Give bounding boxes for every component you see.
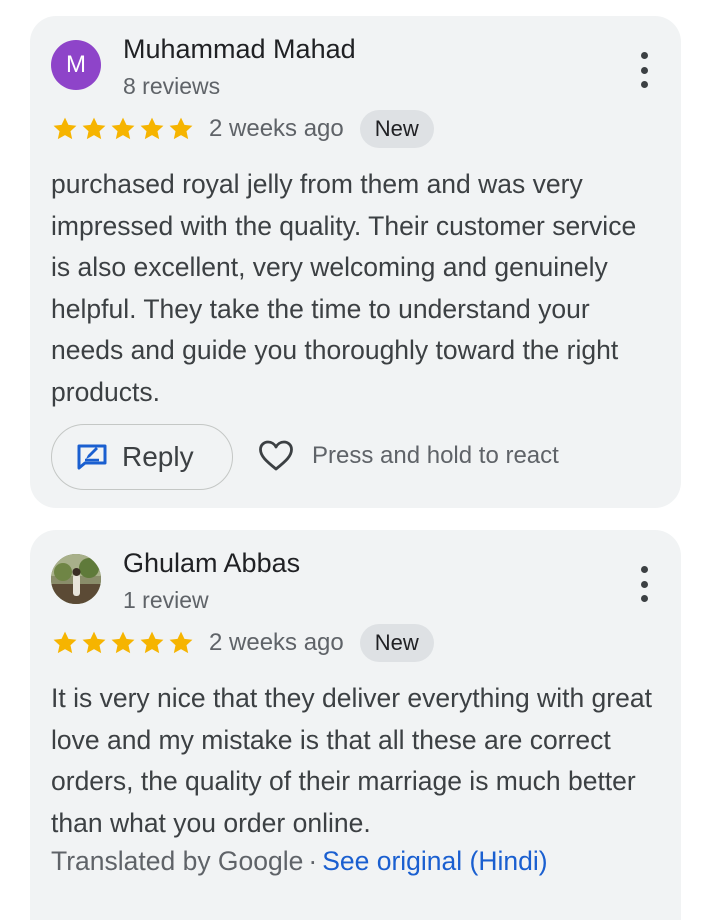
reply-label: Reply xyxy=(122,441,194,472)
star-rating xyxy=(51,629,195,657)
review-count: 1 review xyxy=(123,587,209,613)
star-icon xyxy=(82,631,106,654)
review-time: 2 weeks ago xyxy=(209,629,344,656)
heart-icon xyxy=(259,440,293,471)
star-icon xyxy=(169,631,193,654)
reviewer-name[interactable]: Muhammad Mahad xyxy=(123,34,356,65)
avatar[interactable]: M xyxy=(51,40,101,90)
reviewer-name[interactable]: Ghulam Abbas xyxy=(123,548,300,579)
rating-row: 2 weeks ago New xyxy=(51,623,434,663)
profile-photo-icon xyxy=(51,554,101,604)
star-icon xyxy=(140,117,164,140)
star-icon xyxy=(53,631,77,654)
star-icon xyxy=(82,117,106,140)
star-icon xyxy=(53,117,77,140)
separator: · xyxy=(308,846,318,876)
review-card: Ghulam Abbas 1 review 2 weeks ago New It… xyxy=(30,530,681,920)
star-icon xyxy=(140,631,164,654)
new-badge: New xyxy=(359,624,434,662)
avatar[interactable] xyxy=(51,554,101,604)
more-options-icon[interactable] xyxy=(637,566,651,602)
react-button[interactable]: Press and hold to react xyxy=(258,440,559,472)
star-rating xyxy=(51,115,195,143)
new-badge: New xyxy=(359,110,434,148)
review-card: M Muhammad Mahad 8 reviews 2 weeks ago N… xyxy=(30,16,681,508)
rating-row: 2 weeks ago New xyxy=(51,109,434,149)
avatar-letter: M xyxy=(66,51,86,78)
review-text: It is very nice that they deliver everyt… xyxy=(51,683,652,838)
translation-note: Translated by Google · See original (Hindi… xyxy=(51,846,548,877)
see-original-link[interactable]: See original (Hindi) xyxy=(322,846,547,876)
star-icon xyxy=(169,117,193,140)
react-label: Press and hold to react xyxy=(312,442,559,469)
star-icon xyxy=(111,631,135,654)
reply-icon xyxy=(77,444,107,470)
review-count: 8 reviews xyxy=(123,73,221,99)
translated-label: Translated by Google xyxy=(51,846,304,876)
star-icon xyxy=(111,117,135,140)
reply-button[interactable]: Reply xyxy=(51,424,233,490)
more-options-icon[interactable] xyxy=(637,52,651,88)
review-time: 2 weeks ago xyxy=(209,115,344,142)
review-text: purchased royal jelly from them and was … xyxy=(51,169,637,407)
